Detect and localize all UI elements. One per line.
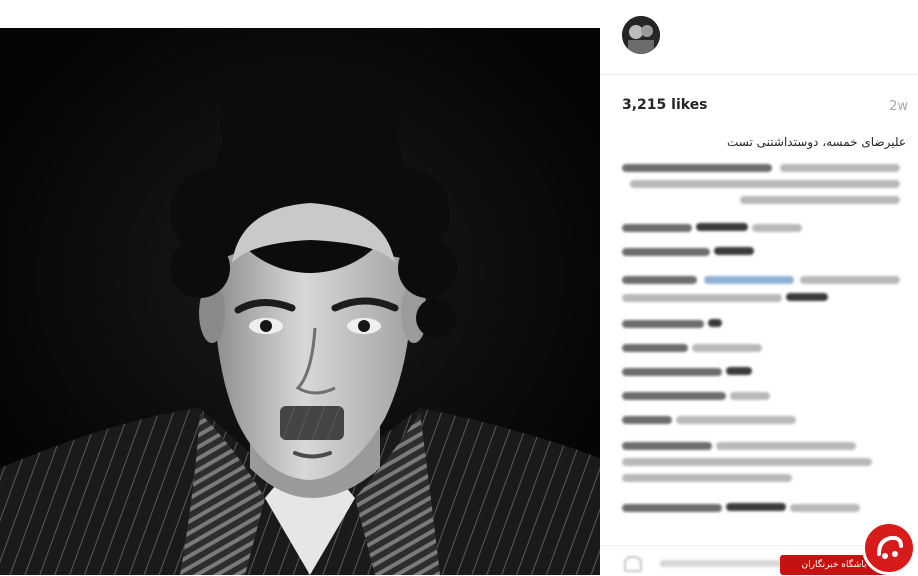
comment-username[interactable]	[622, 248, 710, 256]
post-time[interactable]: 2w	[889, 99, 908, 114]
comment-emoji	[726, 367, 752, 375]
post-caption: علیرضای خمسه، دوستداشتنی تست	[727, 135, 906, 149]
comment-text	[790, 504, 860, 512]
post-side-panel: 3,215 likes 2w علیرضای خمسه، دوستداشتنی …	[600, 0, 918, 575]
profile-avatar[interactable]	[622, 16, 660, 54]
comment-text	[676, 416, 796, 424]
comment-text	[622, 458, 872, 466]
comment-username[interactable]	[622, 504, 722, 512]
comment-emoji	[726, 503, 786, 511]
comment-username[interactable]	[622, 164, 772, 172]
news-club-logo	[862, 521, 916, 575]
comment-username[interactable]	[622, 416, 672, 424]
comment-text	[780, 164, 900, 172]
comment-text	[692, 344, 762, 352]
heart-outline-icon[interactable]	[624, 556, 642, 572]
avatar-image	[622, 16, 660, 54]
comment-emoji	[786, 293, 828, 301]
comment-emoji	[708, 319, 722, 327]
add-comment-input[interactable]	[660, 560, 790, 567]
comment-username[interactable]	[622, 368, 722, 376]
comment-text	[630, 180, 900, 188]
comment-text	[622, 294, 782, 302]
comment-text	[752, 224, 802, 232]
comment-username[interactable]	[622, 442, 712, 450]
portrait-image	[0, 28, 600, 575]
comment-emoji	[714, 247, 754, 255]
comments-list	[600, 160, 918, 540]
comment-mention[interactable]	[704, 276, 794, 284]
comment-username[interactable]	[622, 276, 697, 284]
post-photo[interactable]	[0, 28, 600, 575]
comment-emoji	[696, 223, 748, 231]
comment-text	[740, 196, 900, 204]
comment-username[interactable]	[622, 320, 704, 328]
comment-text	[716, 442, 856, 450]
comment-username[interactable]	[622, 392, 726, 400]
comment-text	[730, 392, 770, 400]
logo-mark	[877, 535, 903, 559]
post-header	[600, 0, 918, 75]
comment-text	[622, 474, 792, 482]
comment-text	[800, 276, 900, 284]
comment-username[interactable]	[622, 344, 688, 352]
likes-count[interactable]: 3,215 likes	[622, 97, 708, 113]
comment-username[interactable]	[622, 224, 692, 232]
